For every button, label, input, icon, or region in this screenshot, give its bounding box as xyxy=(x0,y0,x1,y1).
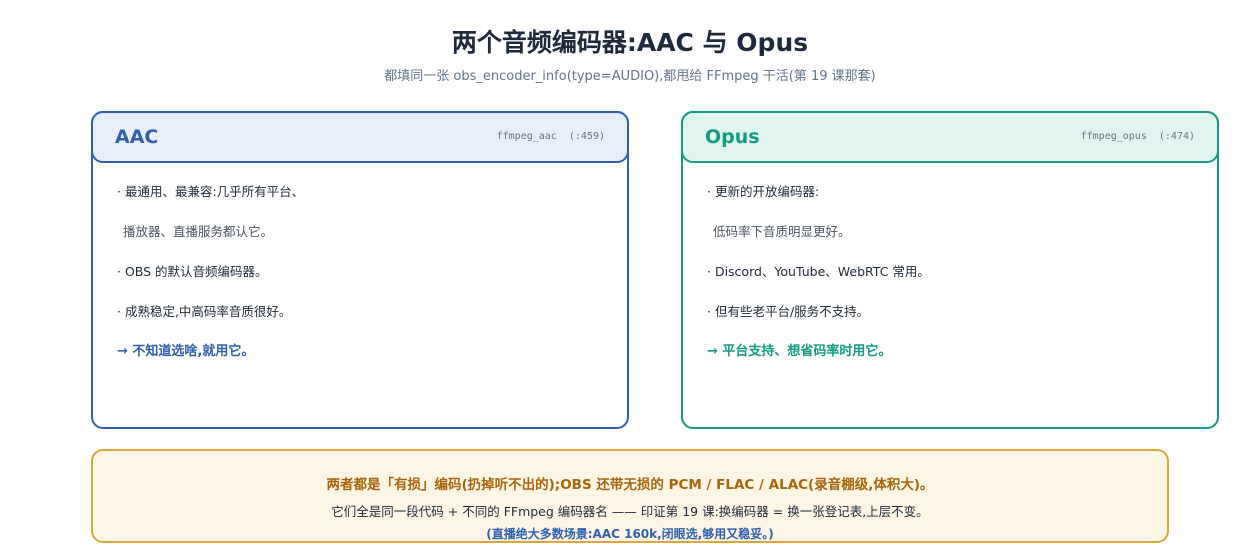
page-subtitle: 都填同一张 obs_encoder_info(type=AUDIO),都甩给 F… xyxy=(384,69,876,84)
aac-card-title: AAC xyxy=(115,126,159,148)
summary-note: 两者都是「有损」编码(扔掉听不出的);OBS 还带无损的 PCM / FLAC … xyxy=(91,449,1169,543)
opus-card-header: Opus ffmpeg_opus (:474) xyxy=(681,111,1219,163)
opus-point-1-continued: 低码率下音质明显更好。 xyxy=(713,224,851,239)
aac-card: AAC ffmpeg_aac (:459) · 最通用、最兼容:几乎所有平台、 … xyxy=(91,111,629,429)
summary-recommendation: (直播绝大多数场景:AAC 160k,闭眼选,够用又稳妥。) xyxy=(486,527,774,541)
summary-detail: 它们全是同一段代码 + 不同的 FFmpeg 编码器名 —— 印证第 19 课:… xyxy=(331,504,929,519)
opus-point-2: · Discord、YouTube、WebRTC 常用。 xyxy=(707,264,930,279)
aac-code-reference: ffmpeg_aac (:459) xyxy=(496,131,605,142)
opus-code-reference: ffmpeg_opus (:474) xyxy=(1080,131,1195,142)
aac-point-1: · 最通用、最兼容:几乎所有平台、 xyxy=(117,184,305,199)
summary-main: 两者都是「有损」编码(扔掉听不出的);OBS 还带无损的 PCM / FLAC … xyxy=(326,477,934,493)
opus-card: Opus ffmpeg_opus (:474) · 更新的开放编码器: 低码率下… xyxy=(681,111,1219,429)
opus-card-title: Opus xyxy=(705,126,760,148)
page-title: 两个音频编码器:AAC 与 Opus xyxy=(451,28,809,57)
aac-conclusion: → 不知道选啥,就用它。 xyxy=(117,344,255,359)
aac-card-header: AAC ffmpeg_aac (:459) xyxy=(91,111,629,163)
aac-point-2: · OBS 的默认音频编码器。 xyxy=(117,264,268,279)
opus-conclusion: → 平台支持、想省码率时用它。 xyxy=(707,344,892,359)
aac-point-1-continued: 播放器、直播服务都认它。 xyxy=(123,224,274,239)
opus-point-3: · 但有些老平台/服务不支持。 xyxy=(707,304,870,319)
opus-point-1: · 更新的开放编码器: xyxy=(707,184,820,199)
aac-point-3: · 成熟稳定,中高码率音质很好。 xyxy=(117,304,292,319)
